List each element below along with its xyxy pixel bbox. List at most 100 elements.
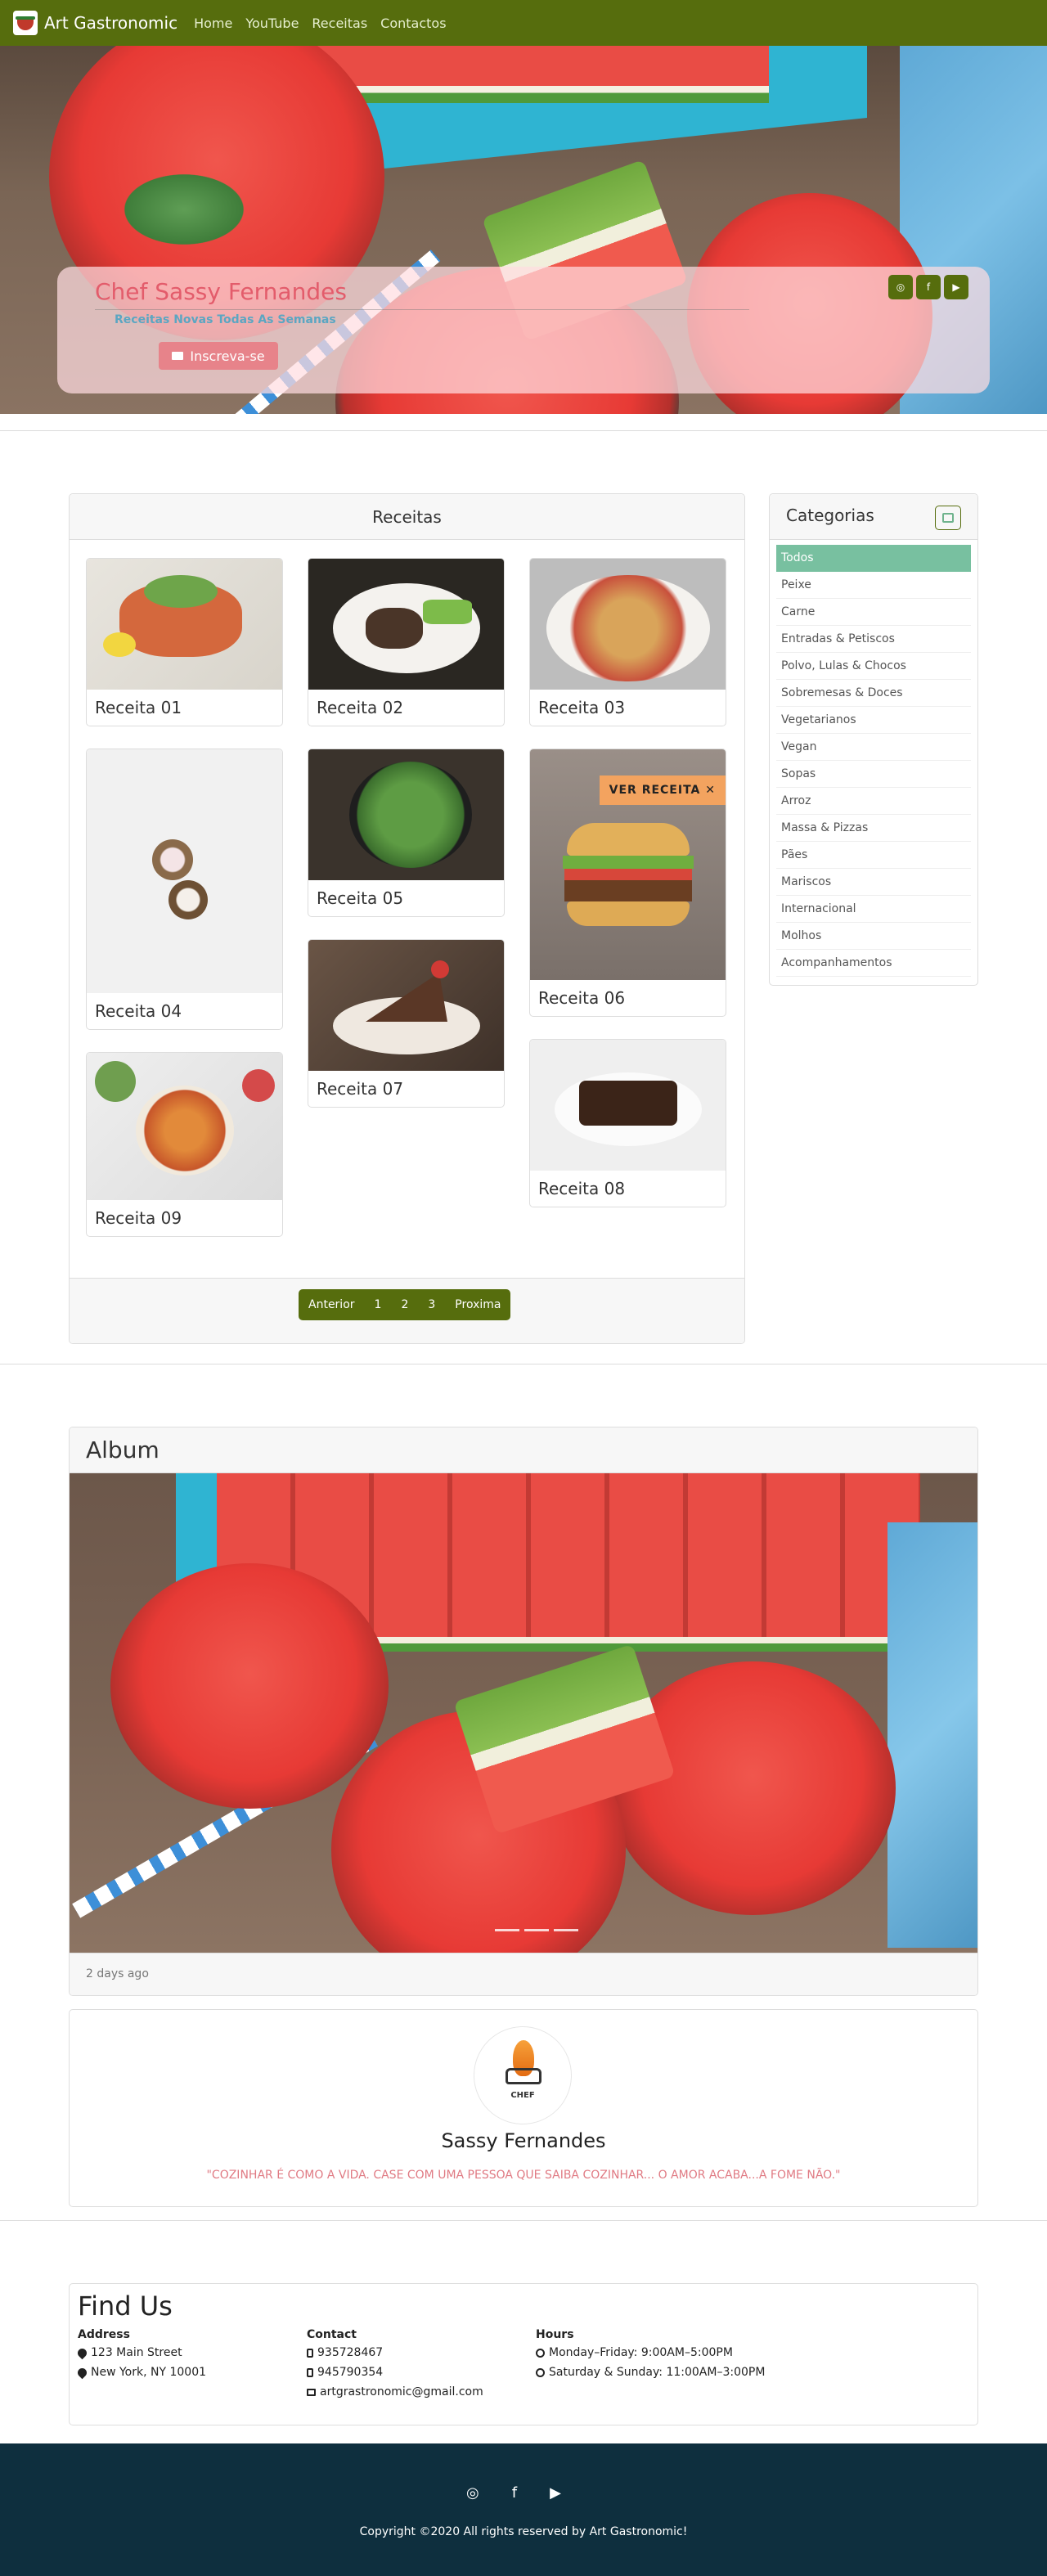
recipe-image <box>87 749 282 993</box>
clock-icon <box>536 2367 545 2377</box>
category-item-sopas[interactable]: Sopas <box>776 761 971 788</box>
phone-number[interactable]: 945790354 <box>317 2362 383 2382</box>
footer: ◎ f ▶ Copyright ©2020 All rights reserve… <box>0 2443 1047 2576</box>
phone-number[interactable]: 935728467 <box>317 2343 383 2362</box>
instagram-icon[interactable]: ◎ <box>466 2484 479 2502</box>
category-item-mariscos[interactable]: Mariscos <box>776 869 971 896</box>
navbar: Art Gastronomic Home YouTube Receitas Co… <box>0 0 1047 46</box>
facebook-icon[interactable]: f <box>512 2484 517 2502</box>
album-panel: Album 2 days ago <box>69 1427 978 1996</box>
category-item-internacional[interactable]: Internacional <box>776 896 971 923</box>
find-us-section: Find Us Address 123 Main Street New York… <box>0 2221 1047 2443</box>
youtube-icon[interactable]: ▶ <box>550 2484 561 2502</box>
album-blue-cloth <box>887 1522 977 1948</box>
carousel-indicator[interactable] <box>524 1929 549 1931</box>
pagination-page-3[interactable]: 3 <box>418 1289 445 1320</box>
category-item-massa[interactable]: Massa & Pizzas <box>776 815 971 842</box>
address-line: New York, NY 10001 <box>91 2366 207 2379</box>
pagination-next[interactable]: Proxima <box>445 1289 510 1320</box>
pagination-page-1[interactable]: 1 <box>365 1289 392 1320</box>
recipe-card[interactable]: VER RECEITA ✕ Receita 06 <box>529 749 726 1017</box>
category-item-paes[interactable]: Pães <box>776 842 971 869</box>
recipe-card[interactable]: Receita 08 <box>529 1039 726 1207</box>
category-item-carne[interactable]: Carne <box>776 599 971 626</box>
email-address[interactable]: artgrastronomic@gmail.com <box>320 2382 483 2402</box>
address-line: 123 Main Street <box>91 2346 182 2359</box>
recipe-title: Receita 03 <box>538 698 626 717</box>
recipe-card[interactable]: Receita 05 <box>308 749 505 917</box>
categories-list: Todos Peixe Carne Entradas & Petiscos Po… <box>770 540 977 982</box>
category-item-peixe[interactable]: Peixe <box>776 572 971 599</box>
logo-text: CHEF <box>510 2091 535 2100</box>
find-us-title: Find Us <box>78 2291 173 2322</box>
envelope-icon <box>307 2388 316 2396</box>
contact-column: Contact 935728467 945790354 artgrastrono… <box>307 2328 483 2402</box>
hero-social-links: ◎ f ▶ <box>888 275 968 299</box>
category-item-sobremesas[interactable]: Sobremesas & Doces <box>776 680 971 707</box>
view-recipe-badge[interactable]: VER RECEITA ✕ <box>599 775 726 805</box>
map-pin-icon <box>75 2366 89 2379</box>
address-column: Address 123 Main Street New York, NY 100… <box>75 2328 207 2382</box>
nav-link-home[interactable]: Home <box>194 16 232 31</box>
recipe-title: Receita 02 <box>317 698 404 717</box>
recipe-image <box>530 559 726 690</box>
recipe-card[interactable]: Receita 04 <box>86 749 283 1030</box>
recipe-card[interactable]: Receita 09 <box>86 1052 283 1237</box>
album-section: Album 2 days ago CHEF Sassy Fernandes "C… <box>0 1364 1047 2220</box>
hero-card: Chef Sassy Fernandes Receitas Novas Toda… <box>57 267 990 393</box>
recipe-image: VER RECEITA ✕ <box>530 749 726 980</box>
pagination-previous[interactable]: Anterior <box>299 1289 365 1320</box>
calendar-icon <box>942 513 954 523</box>
recipe-card[interactable]: Receita 02 <box>308 558 505 726</box>
recipe-card[interactable]: Receita 07 <box>308 939 505 1108</box>
recipe-title: Receita 07 <box>317 1079 404 1099</box>
contact-heading: Contact <box>307 2328 357 2341</box>
category-item-molhos[interactable]: Molhos <box>776 923 971 950</box>
recipes-title: Receitas <box>70 494 744 540</box>
nav-link-youtube[interactable]: YouTube <box>245 16 299 31</box>
recipe-title: Receita 09 <box>95 1208 182 1228</box>
profile-card: CHEF Sassy Fernandes "COZINHAR É COMO A … <box>69 2009 978 2207</box>
recipes-panel: Receitas Receita 01 Receita 04 Receita 0… <box>69 493 745 1344</box>
nav-link-contactos[interactable]: Contactos <box>380 16 446 31</box>
pagination: Anterior 1 2 3 Proxima <box>299 1289 511 1320</box>
album-carousel[interactable] <box>70 1473 977 1953</box>
recipe-image <box>308 559 504 690</box>
profile-name: Sassy Fernandes <box>441 2129 606 2152</box>
recipe-card[interactable]: Receita 03 <box>529 558 726 726</box>
footer-social-links: ◎ f ▶ <box>466 2484 561 2502</box>
album-bowl <box>609 1661 896 1915</box>
album-bowl <box>110 1563 389 1809</box>
chef-hat-icon <box>506 2068 541 2084</box>
category-item-arroz[interactable]: Arroz <box>776 788 971 815</box>
brand[interactable]: Art Gastronomic <box>13 11 177 35</box>
hours-heading: Hours <box>536 2328 574 2341</box>
nav-link-receitas[interactable]: Receitas <box>312 16 367 31</box>
pagination-page-2[interactable]: 2 <box>391 1289 418 1320</box>
subscribe-button[interactable]: Inscreva-se <box>159 342 278 370</box>
find-us-panel: Find Us Address 123 Main Street New York… <box>69 2283 978 2425</box>
watermelon-logo-icon <box>13 11 38 35</box>
hero-divider <box>95 309 749 310</box>
category-item-vegan[interactable]: Vegan <box>776 734 971 761</box>
hero-watermelon-slices <box>311 46 769 103</box>
carousel-indicator[interactable] <box>554 1929 578 1931</box>
category-item-polvo[interactable]: Polvo, Lulas & Chocos <box>776 653 971 680</box>
address-heading: Address <box>78 2328 130 2341</box>
envelope-icon <box>172 352 184 360</box>
category-item-acompanhamentos[interactable]: Acompanhamentos <box>776 950 971 977</box>
categories-panel: Categorias Todos Peixe Carne Entradas & … <box>769 493 978 986</box>
phone-icon <box>307 2348 313 2358</box>
recipe-card[interactable]: Receita 01 <box>86 558 283 726</box>
instagram-icon[interactable]: ◎ <box>888 275 913 299</box>
recipes-section: Receitas Receita 01 Receita 04 Receita 0… <box>0 431 1047 1364</box>
hero-banner: Chef Sassy Fernandes Receitas Novas Toda… <box>0 46 1047 414</box>
category-item-todos[interactable]: Todos <box>776 545 971 572</box>
category-item-vegetarianos[interactable]: Vegetarianos <box>776 707 971 734</box>
youtube-icon[interactable]: ▶ <box>944 275 968 299</box>
category-item-entradas[interactable]: Entradas & Petiscos <box>776 626 971 653</box>
categories-toggle-button[interactable] <box>935 506 961 530</box>
carousel-indicator[interactable] <box>495 1929 519 1931</box>
facebook-icon[interactable]: f <box>916 275 941 299</box>
phone-icon <box>307 2367 313 2377</box>
